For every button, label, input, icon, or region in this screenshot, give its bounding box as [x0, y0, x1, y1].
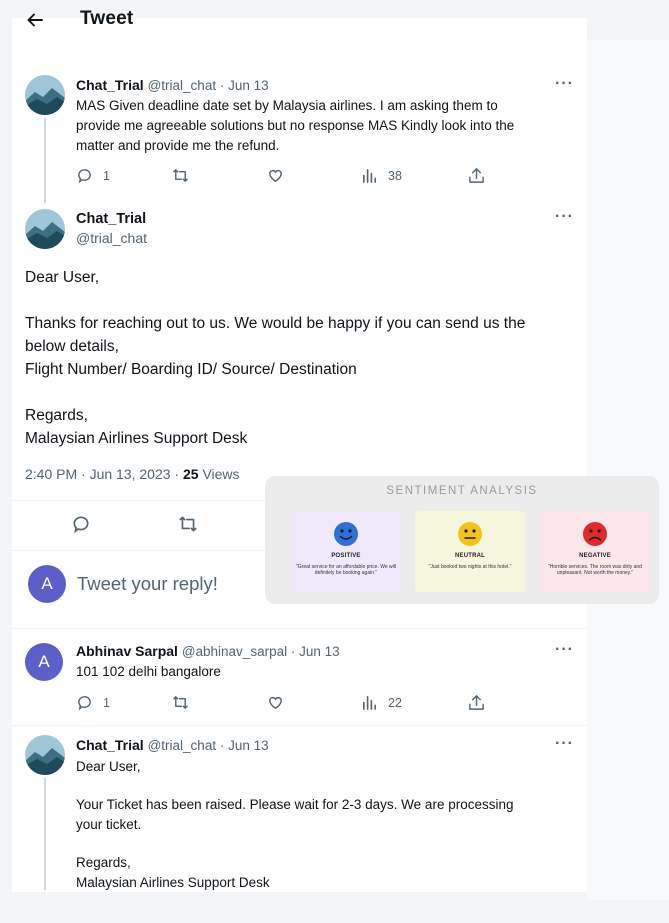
retweet-icon — [173, 169, 188, 182]
author-handle[interactable]: @trial_chat — [148, 78, 216, 93]
author-handle[interactable]: @trial_chat — [76, 230, 147, 246]
more-options-icon[interactable]: ··· — [555, 735, 574, 753]
views-action[interactable]: 22 — [361, 694, 402, 711]
tweet-date[interactable]: Jun 13 — [299, 644, 340, 659]
share-icon — [469, 168, 484, 183]
views-action[interactable]: 38 — [361, 167, 402, 184]
like-action[interactable] — [267, 167, 284, 184]
divider — [12, 628, 587, 629]
tweet-line: Your Ticket has been raised. Please wait… — [76, 797, 514, 812]
sentiment-title: SENTIMENT ANALYSIS — [386, 485, 538, 497]
tweet-line: Regards, — [25, 407, 88, 424]
reply-input[interactable]: Tweet your reply! — [77, 573, 218, 595]
author-name[interactable]: Chat_Trial — [76, 737, 144, 753]
more-options-icon[interactable]: ··· — [555, 641, 574, 659]
sentiment-card-positive: POSITIVE "Great service for an affordabl… — [291, 511, 401, 592]
tweet-header: Chat_Trial @trial_chat · Jun 13 — [76, 737, 269, 753]
reply-icon — [78, 696, 91, 711]
retweet-icon — [179, 516, 197, 532]
reply-count: 1 — [103, 168, 110, 183]
sentiment-label: POSITIVE — [331, 553, 361, 559]
tweet-text: MAS Given deadline date set by Malaysia … — [76, 98, 515, 153]
sad-face-icon — [583, 522, 607, 546]
sentiment-quote: "Great service for an affordable price. … — [296, 564, 396, 576]
back-arrow-icon[interactable] — [25, 10, 45, 30]
sentiment-quote: "Just booked two nights at this hotel." — [428, 564, 512, 570]
neutral-face-icon — [458, 522, 482, 546]
tweet-date[interactable]: Jun 13 — [228, 738, 269, 753]
avatar[interactable] — [25, 735, 65, 775]
sentiment-analysis-panel: SENTIMENT ANALYSIS POSITIVE "Great servi… — [265, 476, 659, 604]
more-options-icon[interactable]: ··· — [555, 75, 574, 93]
retweet-action[interactable] — [172, 694, 189, 711]
reply-action[interactable]: 1 — [76, 167, 110, 184]
tweet-line: Malaysian Airlines Support Desk — [76, 875, 270, 890]
views-count: 25 — [182, 466, 199, 482]
happy-face-icon — [334, 522, 358, 546]
mountain-avatar-icon — [25, 75, 65, 115]
user-avatar: A — [28, 565, 66, 603]
share-action[interactable] — [468, 694, 485, 711]
sentiment-quote: "Horrible services. The room was dirty a… — [548, 564, 642, 576]
tweet-line: Malaysian Airlines Support Desk — [25, 430, 248, 447]
tweet-time[interactable]: 2:40 PM · Jun 13, 2023 · — [25, 466, 183, 482]
reply-count: 1 — [103, 695, 110, 710]
retweet-action[interactable] — [178, 514, 198, 534]
tweet-line: your ticket. — [76, 817, 142, 832]
thread-line — [44, 778, 46, 890]
avatar[interactable] — [25, 209, 65, 249]
tweet-line: Dear User, — [25, 269, 100, 286]
divider — [12, 725, 587, 726]
share-action[interactable] — [468, 167, 485, 184]
reply-action[interactable]: 1 — [76, 694, 110, 711]
tweet-header: Abhinav Sarpal @abhinav_sarpal · Jun 13 — [76, 643, 340, 659]
heart-icon — [269, 169, 282, 182]
sentiment-card-negative: NEGATIVE "Horrible services. The room wa… — [540, 511, 650, 592]
page-header: Tweet — [12, 0, 572, 42]
avatar[interactable] — [25, 75, 65, 115]
more-options-icon[interactable]: ··· — [555, 208, 574, 226]
author-name[interactable]: Abhinav Sarpal — [76, 643, 178, 659]
tweet-line: Flight Number/ Boarding ID/ Source/ Dest… — [25, 361, 357, 378]
page-title: Tweet — [80, 8, 134, 29]
heart-icon — [269, 696, 282, 709]
tweet-line: below details, — [25, 338, 119, 355]
reply-icon — [73, 516, 89, 534]
tweet-timestamp: 2:40 PM · Jun 13, 2023 · 25 Views — [25, 466, 240, 482]
tweet-text: 101 102 delhi bangalore — [76, 664, 221, 679]
author-name[interactable]: Chat_Trial — [76, 77, 144, 93]
author-handle[interactable]: @trial_chat — [148, 738, 216, 753]
analytics-icon — [363, 696, 376, 710]
tweet-line: Dear User, — [76, 759, 141, 774]
retweet-action[interactable] — [172, 167, 189, 184]
thread-line — [44, 118, 46, 203]
like-action[interactable] — [267, 694, 284, 711]
reply-icon — [78, 169, 91, 184]
sentiment-label: NEUTRAL — [454, 553, 486, 559]
tweet-header: Chat_Trial @trial_chat · Jun 13 — [76, 77, 269, 93]
right-gutter — [587, 40, 669, 900]
analytics-icon — [363, 169, 376, 183]
user-avatar[interactable]: A — [25, 643, 63, 681]
mountain-avatar-icon — [25, 209, 65, 249]
reply-action[interactable] — [71, 514, 91, 534]
views-count: 22 — [388, 695, 402, 710]
tweet-line: Thanks for reaching out to us. We would … — [25, 315, 526, 332]
retweet-icon — [173, 696, 188, 709]
mountain-avatar-icon — [25, 735, 65, 775]
share-icon — [469, 695, 484, 710]
views-count: 38 — [388, 168, 402, 183]
sentiment-card-neutral: NEUTRAL "Just booked two nights at this … — [415, 511, 525, 592]
reply-composer[interactable]: A Tweet your reply! — [25, 564, 265, 604]
tweet-date[interactable]: Jun 13 — [228, 78, 269, 93]
author-name[interactable]: Chat_Trial — [76, 210, 146, 227]
tweet-line: Regards, — [76, 855, 131, 870]
sentiment-label: NEGATIVE — [579, 553, 611, 559]
author-handle[interactable]: @abhinav_sarpal — [182, 644, 287, 659]
